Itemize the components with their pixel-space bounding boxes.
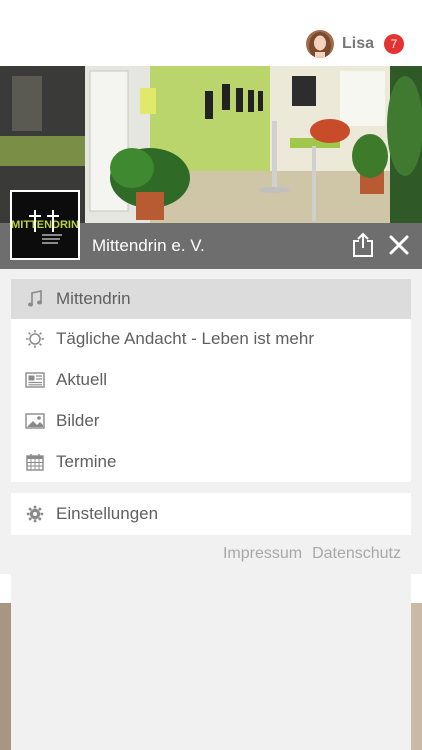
menu-item-termine[interactable]: Termine [11,442,411,482]
menu-item-taegliche-andacht[interactable]: Tägliche Andacht - Leben ist mehr [11,319,411,359]
menu-item-label: Aktuell [56,370,108,389]
sun-icon [24,328,46,350]
logo-text: MITTENDRIN [12,219,78,231]
image-icon [24,410,46,432]
menu-item-label: Mittendrin [56,289,131,308]
content-area [11,574,411,750]
newspaper-icon [24,369,46,391]
impressum-link[interactable]: Impressum [223,545,302,563]
close-icon[interactable] [388,234,410,256]
gear-icon [24,503,46,525]
organization-logo: MITTENDRIN [10,190,80,260]
background-image-left-edge [0,603,11,750]
menu-item-label: Einstellungen [56,504,159,523]
notification-badge[interactable]: 7 [384,34,404,54]
navigation-menu: Mittendrin Tägliche Andacht - Leben ist … [11,279,411,482]
organization-title: Mittendrin e. V. [92,236,205,255]
menu-item-label: Termine [56,452,117,471]
share-icon[interactable] [352,232,374,258]
datenschutz-link[interactable]: Datenschutz [312,545,401,563]
menu-item-label: Bilder [56,411,100,430]
user-menu[interactable]: Lisa 7 [305,28,404,60]
menu-item-einstellungen[interactable]: Einstellungen [11,494,411,534]
avatar[interactable] [305,30,334,58]
footer-links: Impressum Datenschutz [223,545,401,563]
top-bar: Lisa 7 [0,0,422,66]
background-image-right-edge [411,603,422,750]
settings-menu: Einstellungen [11,493,411,535]
user-name[interactable]: Lisa [342,35,374,53]
music-note-icon [24,288,46,310]
menu-item-mittendrin[interactable]: Mittendrin [11,279,411,319]
menu-item-bilder[interactable]: Bilder [11,401,411,441]
calendar-icon [24,451,46,473]
menu-item-label: Tägliche Andacht - Leben ist mehr [56,329,314,348]
menu-item-aktuell[interactable]: Aktuell [11,360,411,400]
